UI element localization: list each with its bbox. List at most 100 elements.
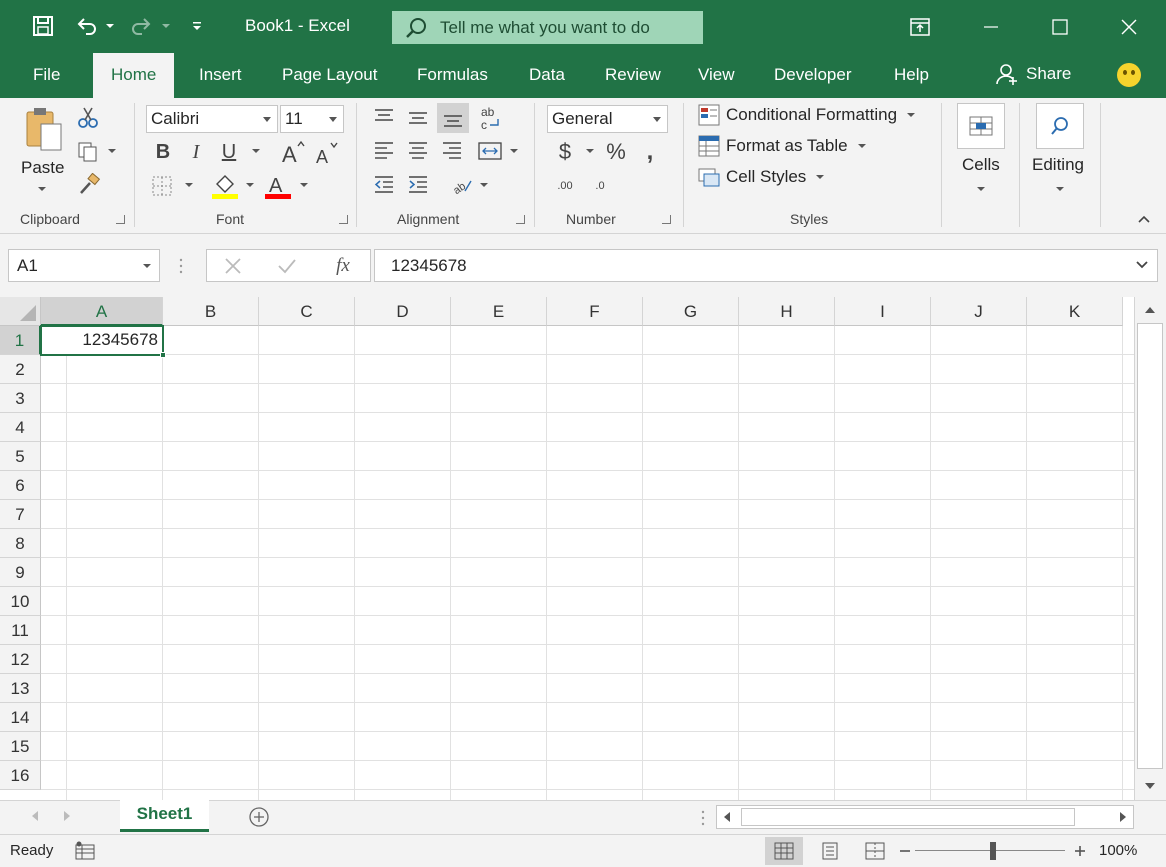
column-header-i[interactable]: I <box>835 297 931 326</box>
editing-label[interactable]: Editing <box>1032 155 1084 175</box>
redo-dropdown-icon[interactable] <box>156 12 172 40</box>
column-header-h[interactable]: H <box>739 297 835 326</box>
minimize-icon[interactable] <box>968 0 1014 53</box>
conditional-formatting-button[interactable]: Conditional Formatting <box>698 104 916 126</box>
wrap-text-icon[interactable]: ab c <box>476 104 504 132</box>
paste-dropdown-icon[interactable] <box>36 184 48 194</box>
font-launcher-icon[interactable] <box>339 215 348 224</box>
cut-icon[interactable] <box>76 106 100 130</box>
row-header-4[interactable]: 4 <box>0 413 41 442</box>
scroll-right-icon[interactable] <box>1117 811 1129 823</box>
customize-toolbar-icon[interactable] <box>186 12 208 40</box>
sheet-tab-sheet1[interactable]: Sheet1 <box>120 800 209 832</box>
currency-dropdown-icon[interactable] <box>584 146 596 156</box>
row-header-12[interactable]: 12 <box>0 645 41 674</box>
borders-dropdown-icon[interactable] <box>183 180 195 190</box>
editing-search-icon[interactable] <box>1036 103 1084 149</box>
formula-bar-grip-icon[interactable] <box>176 254 186 278</box>
increase-decimal-button[interactable]: .00 <box>550 172 580 200</box>
expand-formula-bar-icon[interactable] <box>1135 259 1149 271</box>
font-size-select[interactable]: 11 <box>280 105 344 133</box>
tab-view[interactable]: View <box>698 53 735 98</box>
borders-icon[interactable] <box>150 174 174 198</box>
underline-button[interactable]: U <box>216 139 242 165</box>
new-sheet-icon[interactable] <box>247 805 271 829</box>
vertical-scrollbar[interactable] <box>1134 297 1166 800</box>
cell-styles-button[interactable]: Cell Styles <box>698 166 825 188</box>
align-left-icon[interactable] <box>370 138 398 164</box>
row-header-10[interactable]: 10 <box>0 587 41 616</box>
column-header-k[interactable]: K <box>1027 297 1123 326</box>
scroll-up-icon[interactable] <box>1143 305 1157 315</box>
tab-split-grip-icon[interactable] <box>700 809 706 827</box>
editing-dropdown-icon[interactable] <box>1054 184 1066 194</box>
tab-help[interactable]: Help <box>894 53 929 98</box>
tab-insert[interactable]: Insert <box>199 53 242 98</box>
enter-checkmark-icon[interactable] <box>275 255 299 277</box>
zoom-in-icon[interactable] <box>1073 844 1087 858</box>
copy-dropdown-icon[interactable] <box>106 146 118 156</box>
font-color-icon[interactable]: A <box>265 172 291 200</box>
row-header-5[interactable]: 5 <box>0 442 41 471</box>
cancel-icon[interactable] <box>221 255 245 277</box>
column-header-b[interactable]: B <box>163 297 259 326</box>
prev-sheet-icon[interactable] <box>28 809 42 823</box>
cells-icon[interactable] <box>957 103 1005 149</box>
number-format-select[interactable]: General <box>547 105 668 133</box>
column-header-j[interactable]: J <box>931 297 1027 326</box>
column-header-g[interactable]: G <box>643 297 739 326</box>
top-align-icon[interactable] <box>370 104 398 130</box>
macro-recording-icon[interactable] <box>73 840 97 862</box>
merge-center-icon[interactable] <box>476 138 504 164</box>
column-header-d[interactable]: D <box>355 297 451 326</box>
decrease-font-size-icon[interactable]: A <box>314 140 340 166</box>
page-layout-view-icon[interactable] <box>811 837 849 865</box>
row-header-3[interactable]: 3 <box>0 384 41 413</box>
row-header-9[interactable]: 9 <box>0 558 41 587</box>
row-header-6[interactable]: 6 <box>0 471 41 500</box>
italic-button[interactable]: I <box>183 139 209 165</box>
orientation-dropdown-icon[interactable] <box>478 180 490 190</box>
cell-a1[interactable]: 12345678 <box>40 325 164 356</box>
row-header-16[interactable]: 16 <box>0 761 41 790</box>
maximize-icon[interactable] <box>1037 0 1083 53</box>
row-header-2[interactable]: 2 <box>0 355 41 384</box>
select-all-button[interactable] <box>0 297 41 326</box>
feedback-smiley-icon[interactable] <box>1117 63 1141 87</box>
fill-color-icon[interactable] <box>212 172 238 200</box>
row-header-13[interactable]: 13 <box>0 674 41 703</box>
cell-area[interactable] <box>41 326 1134 800</box>
tab-file[interactable]: File <box>33 53 60 98</box>
tab-data[interactable]: Data <box>529 53 565 98</box>
currency-button[interactable]: $ <box>553 138 577 166</box>
row-header-11[interactable]: 11 <box>0 616 41 645</box>
paste-icon[interactable] <box>22 106 66 156</box>
align-center-icon[interactable] <box>404 138 432 164</box>
format-as-table-button[interactable]: Format as Table <box>698 135 866 157</box>
bold-button[interactable]: B <box>150 139 176 165</box>
cells-dropdown-icon[interactable] <box>975 184 987 194</box>
orientation-icon[interactable]: ab <box>448 172 476 198</box>
collapse-ribbon-icon[interactable] <box>1136 212 1152 226</box>
decrease-indent-icon[interactable] <box>370 172 398 198</box>
ribbon-display-options-icon[interactable] <box>897 0 943 53</box>
horizontal-scroll-thumb[interactable] <box>741 808 1075 826</box>
insert-function-button[interactable]: fx <box>329 254 357 278</box>
font-color-dropdown-icon[interactable] <box>298 180 310 190</box>
bottom-align-icon[interactable] <box>437 103 469 133</box>
row-header-14[interactable]: 14 <box>0 703 41 732</box>
number-launcher-icon[interactable] <box>662 215 671 224</box>
tab-review[interactable]: Review <box>605 53 661 98</box>
middle-align-icon[interactable] <box>404 104 432 130</box>
tab-formulas[interactable]: Formulas <box>417 53 488 98</box>
horizontal-scrollbar[interactable] <box>716 805 1134 829</box>
tab-page-layout[interactable]: Page Layout <box>282 53 377 98</box>
tab-developer[interactable]: Developer <box>774 53 852 98</box>
row-header-7[interactable]: 7 <box>0 500 41 529</box>
redo-icon[interactable] <box>128 12 154 40</box>
close-icon[interactable] <box>1106 0 1152 53</box>
normal-view-icon[interactable] <box>765 837 803 865</box>
page-break-preview-icon[interactable] <box>856 837 894 865</box>
underline-dropdown-icon[interactable] <box>250 146 262 156</box>
increase-indent-icon[interactable] <box>404 172 432 198</box>
